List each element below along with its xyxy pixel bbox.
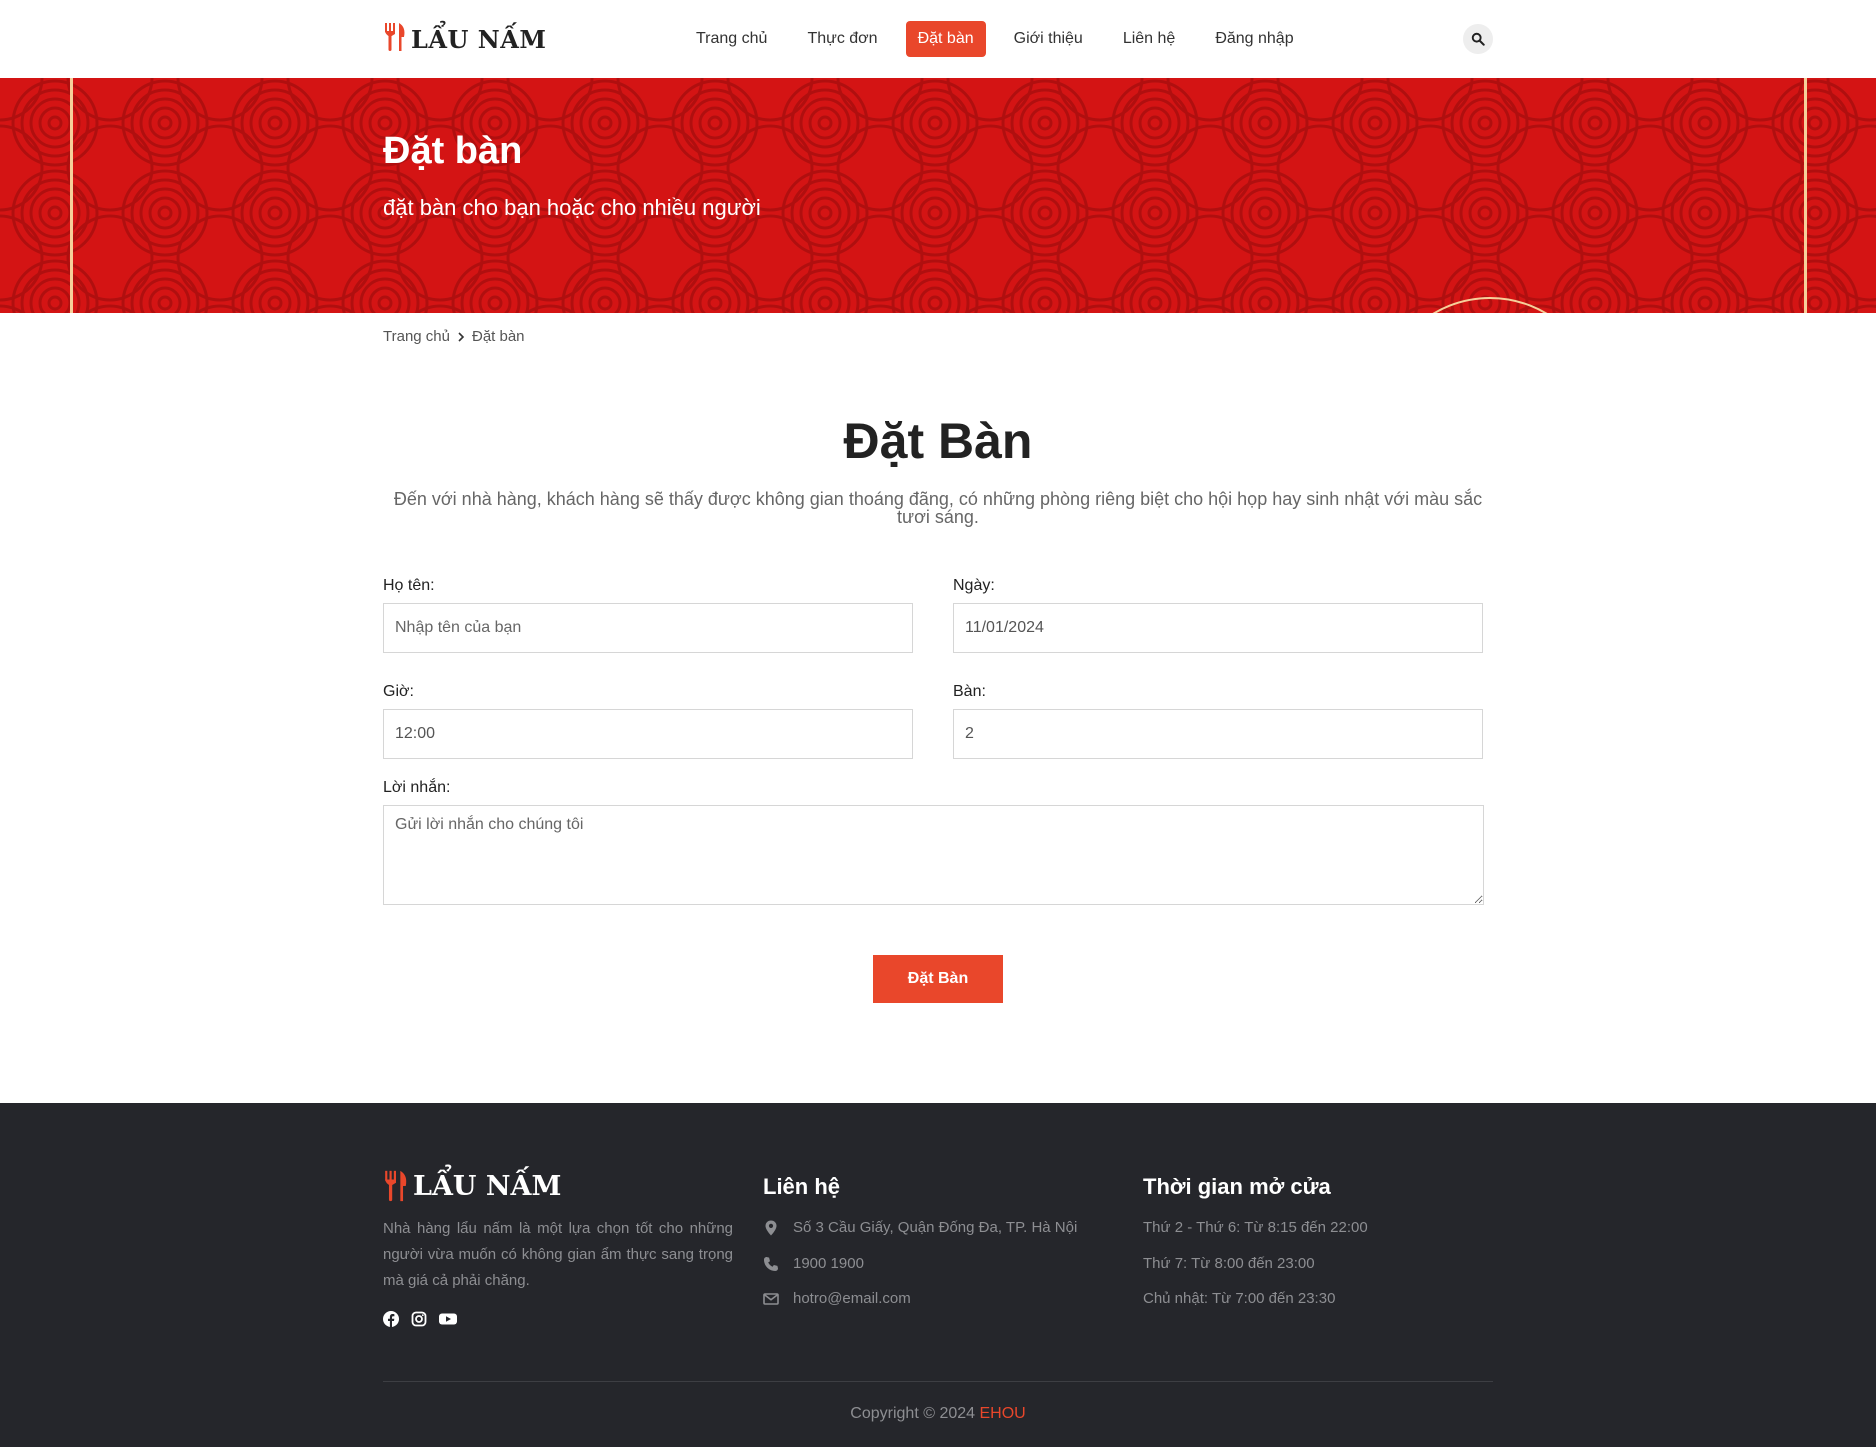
copyright-brand[interactable]: EHOU — [979, 1405, 1025, 1422]
phone-icon — [763, 1256, 779, 1272]
fork-knife-icon — [383, 22, 407, 56]
logo-text: LẨU NẤM — [411, 24, 547, 54]
footer-logo[interactable]: LẨU NẤM — [383, 1170, 561, 1202]
footer-divider — [383, 1381, 1493, 1382]
banner-title: Đặt bàn — [383, 130, 523, 172]
chevron-right-icon — [456, 331, 466, 342]
site-footer — [0, 1103, 1876, 1447]
search-button[interactable] — [1463, 24, 1493, 54]
hours-weekday: Thứ 2 - Thứ 6: Từ 8:15 đến 22:00 — [1143, 1219, 1368, 1236]
contact-phone-text: 1900 1900 — [793, 1255, 864, 1272]
site-logo[interactable]: LẨU NẤM — [383, 22, 547, 56]
nav-item-menu[interactable]: Thực đơn — [795, 21, 889, 57]
contact-heading: Liên hệ — [763, 1174, 841, 1199]
contact-address: Số 3 Cầu Giấy, Quận Đống Đa, TP. Hà Nội — [763, 1219, 1077, 1236]
submit-reservation-button[interactable]: Đặt Bàn — [873, 955, 1003, 1003]
date-input[interactable] — [953, 603, 1483, 653]
main-nav: Trang chủ Thực đơn Đặt bàn Giới thiệu Li… — [684, 21, 1322, 57]
time-input[interactable] — [383, 709, 913, 759]
table-input[interactable] — [953, 709, 1483, 759]
nav-item-about[interactable]: Giới thiệu — [1002, 21, 1095, 57]
search-icon — [1471, 32, 1485, 46]
nav-item-home[interactable]: Trang chủ — [684, 21, 779, 57]
page-description: Đến với nhà hàng, khách hàng sẽ thấy đượ… — [393, 489, 1483, 527]
table-label: Bàn: — [953, 683, 986, 700]
footer-about-text: Nhà hàng lẩu nấm là một lựa chọn tốt cho… — [383, 1220, 733, 1289]
name-label: Họ tên: — [383, 577, 435, 594]
hours-heading: Thời gian mở cửa — [1143, 1174, 1331, 1199]
facebook-icon[interactable] — [383, 1311, 399, 1327]
hours-saturday: Thứ 7: Từ 8:00 đến 23:00 — [1143, 1255, 1315, 1272]
nav-item-contact[interactable]: Liên hệ — [1111, 21, 1188, 57]
site-header: LẨU NẤM Trang chủ Thực đơn Đặt bàn Giới … — [0, 0, 1876, 78]
name-input[interactable] — [383, 603, 913, 653]
banner-border-right — [1804, 78, 1807, 313]
map-pin-icon — [763, 1220, 779, 1236]
fork-knife-icon — [383, 1170, 409, 1202]
copyright: Copyright © 2024 EHOU — [0, 1405, 1876, 1423]
instagram-icon[interactable] — [411, 1311, 427, 1327]
message-textarea[interactable] — [383, 805, 1484, 905]
nav-item-reservation[interactable]: Đặt bàn — [905, 21, 986, 57]
contact-email: hotro@email.com — [763, 1290, 911, 1307]
page-banner: Đặt bàn đặt bàn cho bạn hoặc cho nhiều n… — [0, 78, 1876, 313]
time-label: Giờ: — [383, 683, 414, 700]
date-label: Ngày: — [953, 577, 995, 594]
envelope-icon — [763, 1291, 779, 1307]
youtube-icon[interactable] — [439, 1311, 457, 1327]
contact-address-text: Số 3 Cầu Giấy, Quận Đống Đa, TP. Hà Nội — [793, 1219, 1078, 1236]
footer-logo-text: LẨU NẤM — [413, 1170, 562, 1202]
message-label: Lời nhắn: — [383, 779, 451, 796]
banner-subtitle: đặt bàn cho bạn hoặc cho nhiều người — [383, 195, 761, 220]
contact-email-text[interactable]: hotro@email.com — [793, 1290, 911, 1307]
banner-border-left — [70, 78, 73, 313]
page-title: Đặt Bàn — [843, 413, 1033, 469]
hours-sunday: Chủ nhật: Từ 7:00 đến 23:30 — [1143, 1290, 1336, 1307]
nav-item-login[interactable]: Đăng nhập — [1203, 21, 1305, 57]
breadcrumb-current: Đặt bàn — [471, 328, 525, 345]
copyright-text: Copyright © 2024 — [850, 1405, 976, 1422]
breadcrumb-home[interactable]: Trang chủ — [383, 328, 450, 345]
swirl-pattern — [0, 78, 1876, 313]
contact-phone: 1900 1900 — [763, 1255, 864, 1272]
social-links — [383, 1311, 457, 1327]
breadcrumb: Trang chủ Đặt bàn — [383, 328, 525, 345]
